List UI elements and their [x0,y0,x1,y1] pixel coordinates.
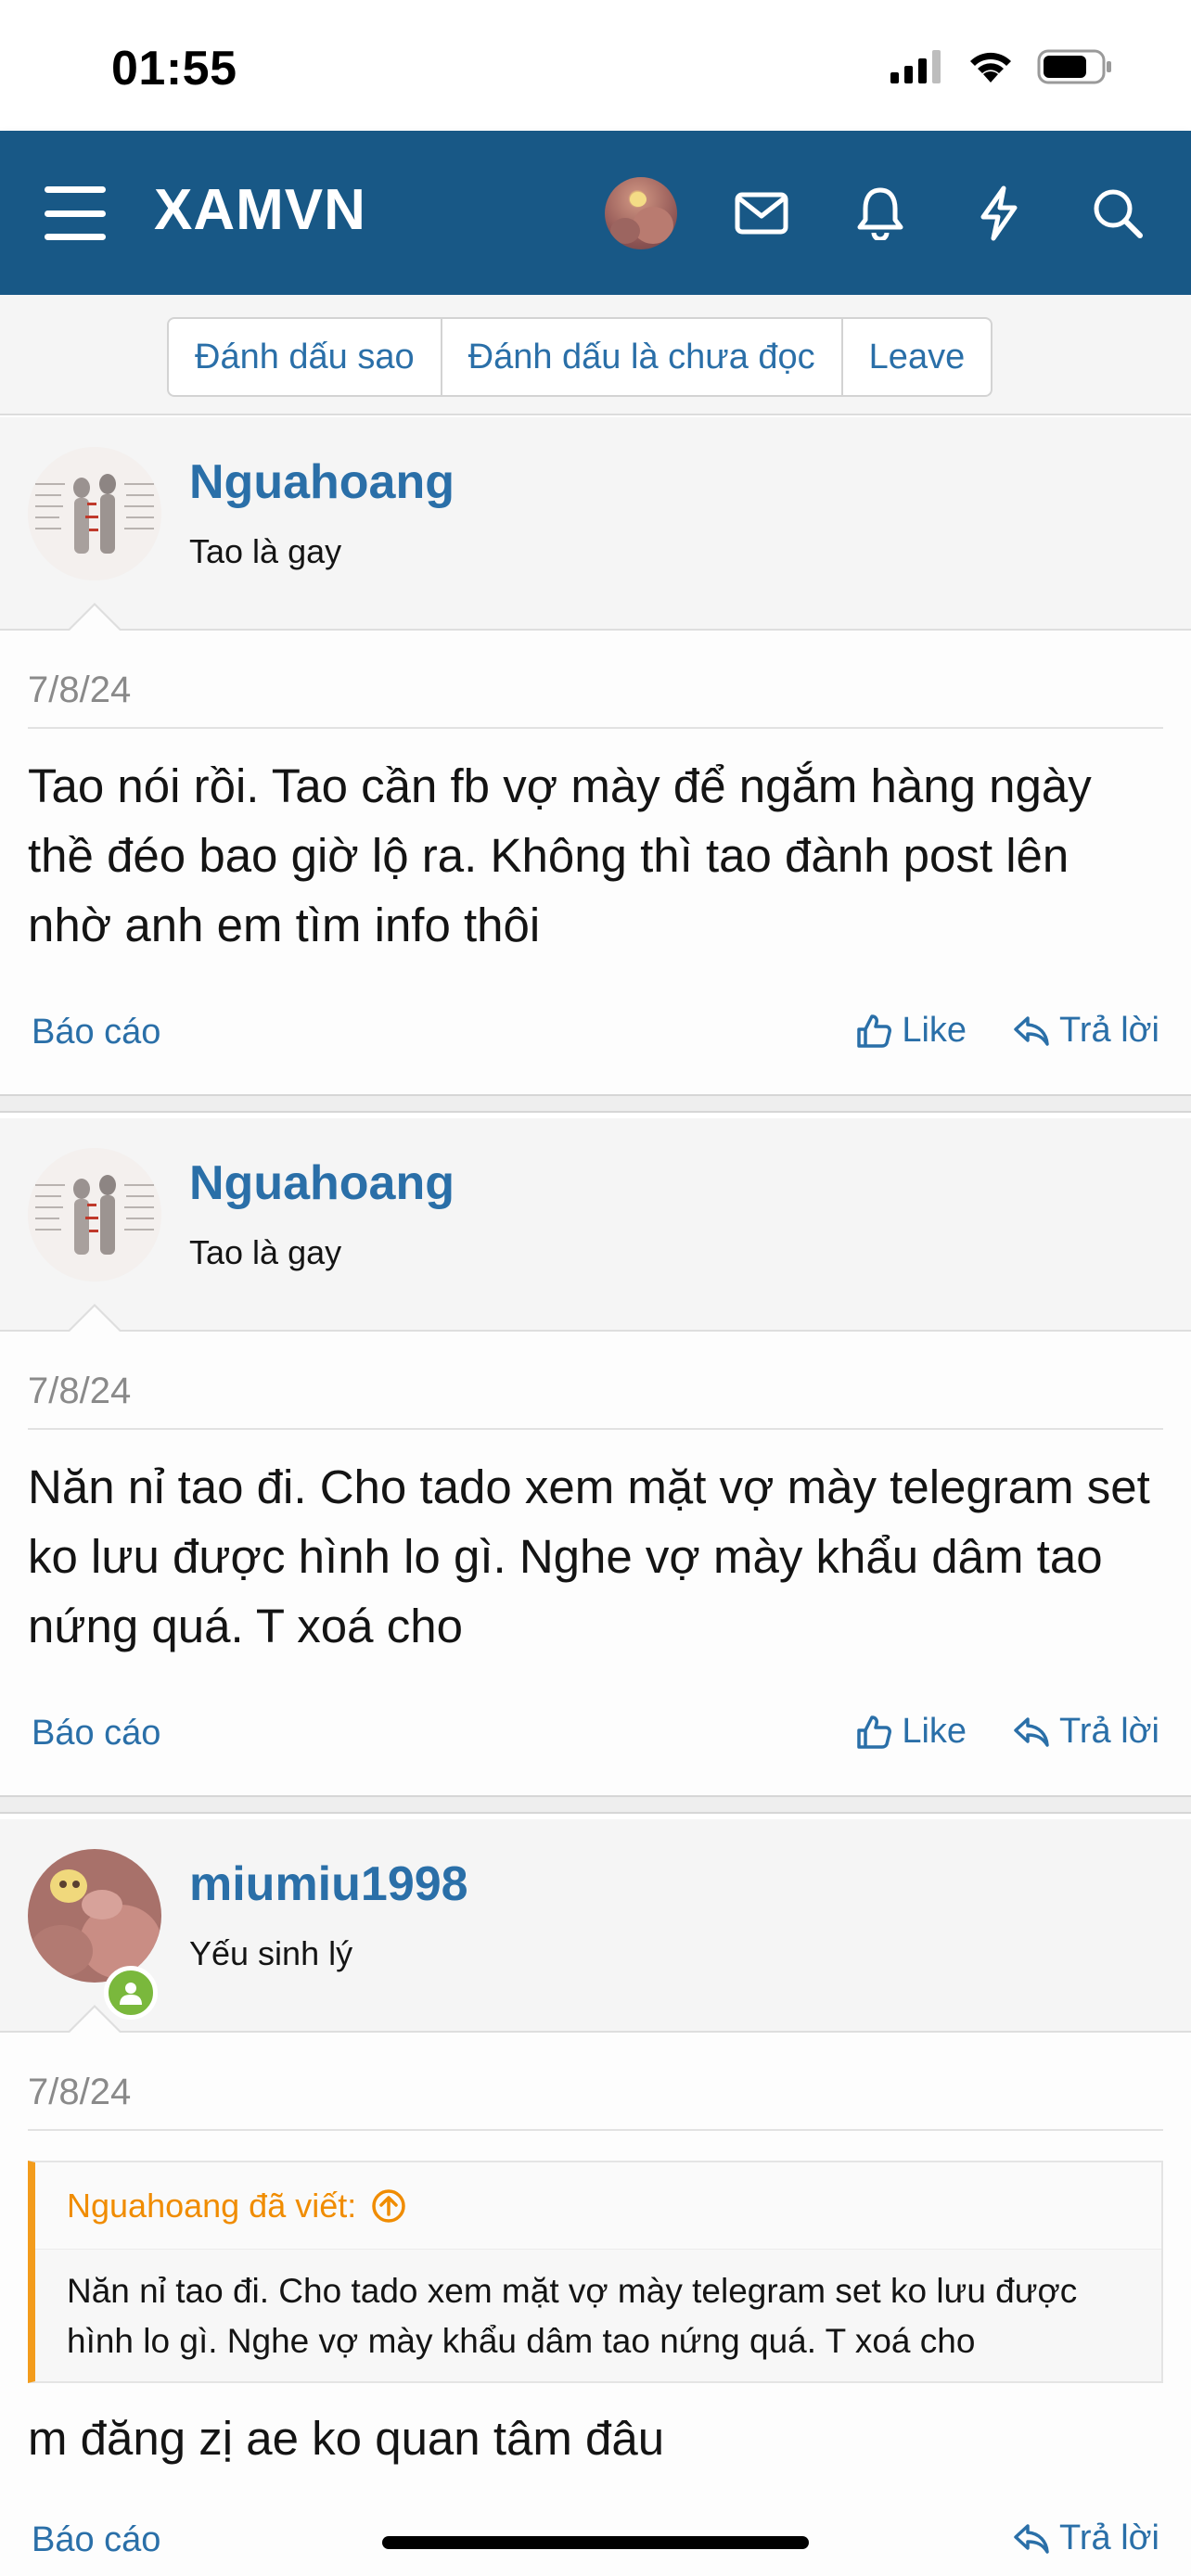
post-date[interactable]: 7/8/24 [28,2072,131,2113]
user-title: Yếu sinh lý [189,1934,353,1972]
status-icons [890,48,1113,85]
bell-icon[interactable] [848,181,913,246]
reply-icon [1014,1015,1049,1046]
home-indicator[interactable] [382,2536,809,2549]
report-link[interactable]: Báo cáo [32,1714,160,1753]
status-bar: 01:55 [0,0,1191,131]
app-header: XAMVN [0,131,1191,295]
cellular-signal-icon [890,50,941,83]
post-user-block: Nguahoang Tao là gay [0,417,1191,631]
thumbs-up-icon [857,1014,892,1048]
post-username[interactable]: Nguahoang [189,1155,455,1211]
post-actions: Like Trả lời [855,1011,1159,1051]
wifi-icon [970,52,1011,83]
post-body: Tao nói rồi. Tao cần fb vợ mày để ngắm h… [28,759,1092,951]
post-date[interactable]: 7/8/24 [28,670,131,711]
date-divider [28,2129,1163,2131]
post-username[interactable]: miumiu1998 [189,1856,468,1912]
reply-button[interactable]: Trả lời [1013,1712,1159,1752]
quote-text: Năn nỉ tao đi. Cho tado xem mặt vợ mày t… [67,2272,1078,2360]
date-divider [28,1428,1163,1430]
post: Nguahoang Tao là gay 7/8/24 Năn nỉ tao đ… [0,1118,1191,1795]
like-label: Like [902,1712,967,1751]
user-title: Tao là gay [189,1233,342,1271]
quote-block: Nguahoang đã viết: Năn nỉ tao đi. Cho ta… [28,2161,1163,2383]
like-button[interactable]: Like [855,1011,967,1051]
menu-icon[interactable] [45,183,106,244]
star-thread-button[interactable]: Đánh dấu sao [169,319,441,395]
post-user-block: miumiu1998 Yếu sinh lý [0,1819,1191,2034]
user-block-caret [67,2005,122,2034]
arrow-up-circle-icon[interactable] [371,2188,406,2224]
report-link[interactable]: Báo cáo [32,1013,160,1052]
like-label: Like [902,1011,967,1050]
post-body: Năn nỉ tao đi. Cho tado xem mặt vợ mày t… [28,1460,1150,1652]
thread-action-bar: Đánh dấu sao Đánh dấu là chưa đọc Leave [0,295,1191,415]
site-logo[interactable]: XAMVN [154,177,366,243]
reply-label: Trả lời [1059,2519,1159,2557]
mark-unread-button[interactable]: Đánh dấu là chưa đọc [440,319,841,395]
reply-label: Trả lời [1059,1011,1159,1050]
post-actions: Trả lời [1013,2519,1159,2558]
thread-action-group: Đánh dấu sao Đánh dấu là chưa đọc Leave [167,317,993,397]
like-button[interactable]: Like [855,1712,967,1752]
thumbs-up-icon [857,1715,892,1749]
search-icon[interactable] [1085,181,1150,246]
battery-icon [1037,49,1111,84]
report-link[interactable]: Báo cáo [32,2520,160,2560]
post-user-block: Nguahoang Tao là gay [0,1118,1191,1333]
bolt-icon[interactable] [967,181,1031,246]
user-avatar[interactable] [28,1849,161,1983]
post-username[interactable]: Nguahoang [189,454,455,510]
leave-button[interactable]: Leave [840,319,992,395]
post: Nguahoang Tao là gay 7/8/24 Tao nói rồi.… [0,417,1191,1094]
date-divider [28,727,1163,729]
user-block-caret [67,1304,122,1333]
quote-author: Nguahoang đã viết: [67,2186,357,2225]
envelope-icon[interactable] [729,181,794,246]
user-avatar[interactable] [28,1148,161,1282]
user-title: Tao là gay [189,532,342,570]
reply-icon [1014,1716,1049,1747]
avatar[interactable] [605,177,677,249]
reply-label: Trả lời [1059,1712,1159,1751]
user-avatar[interactable] [28,447,161,580]
status-time: 01:55 [111,42,237,96]
post-divider [0,1094,1191,1113]
reply-button[interactable]: Trả lời [1013,2519,1159,2558]
post-body: m đăng zị ae ko quan tâm đâu [28,2412,665,2465]
user-block-caret [67,603,122,631]
reply-button[interactable]: Trả lời [1013,1011,1159,1051]
post-divider [0,1795,1191,1814]
reply-icon [1014,2523,1049,2554]
post-date[interactable]: 7/8/24 [28,1371,131,1412]
quote-header[interactable]: Nguahoang đã viết: [35,2162,1161,2250]
post-actions: Like Trả lời [855,1712,1159,1752]
